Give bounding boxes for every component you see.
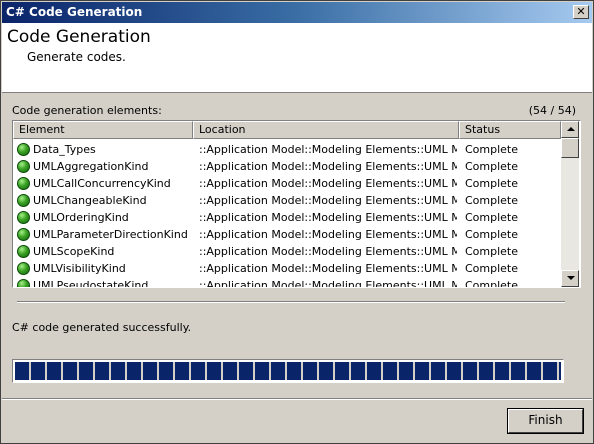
- scroll-thumb[interactable]: [561, 138, 579, 158]
- element-name: UMLChangeableKind: [33, 194, 147, 207]
- list-item[interactable]: Data_Types::Application Model::Modeling …: [13, 141, 561, 158]
- element-status: Complete: [465, 143, 519, 156]
- element-location: ::Application Model::Modeling Elements::…: [199, 177, 457, 190]
- scroll-up-button[interactable]: [561, 121, 579, 138]
- element-status: Complete: [465, 211, 519, 224]
- list-item[interactable]: UMLCallConcurrencyKind::Application Mode…: [13, 175, 561, 192]
- element-name: Data_Types: [33, 143, 96, 156]
- element-status: Complete: [465, 262, 519, 275]
- element-name: UMLOrderingKind: [33, 211, 129, 224]
- list-header: Element Location Status: [13, 121, 561, 139]
- element-name: UMLPseudostateKind: [33, 279, 149, 287]
- column-header-status[interactable]: Status: [459, 121, 561, 139]
- element-location: ::Application Model::Modeling Elements::…: [199, 228, 457, 241]
- scroll-down-button[interactable]: [561, 270, 579, 287]
- element-status: Complete: [465, 177, 519, 190]
- arrow-down-icon: [567, 276, 575, 280]
- list-item[interactable]: UMLScopeKind::Application Model::Modelin…: [13, 243, 561, 260]
- elements-count: (54 / 54): [528, 104, 576, 117]
- status-ok-icon: [17, 262, 30, 275]
- element-status: Complete: [465, 160, 519, 173]
- element-status: Complete: [465, 194, 519, 207]
- element-name: UMLParameterDirectionKind: [33, 228, 188, 241]
- divider: [17, 301, 565, 303]
- title-bar[interactable]: C# Code Generation ✕: [2, 2, 592, 23]
- status-ok-icon: [17, 279, 30, 287]
- element-name: UMLScopeKind: [33, 245, 115, 258]
- element-status: Complete: [465, 245, 519, 258]
- element-name: UMLCallConcurrencyKind: [33, 177, 171, 190]
- element-location: ::Application Model::Modeling Elements::…: [199, 160, 457, 173]
- wizard-header: Code Generation Generate codes.: [2, 23, 592, 93]
- list-item[interactable]: UMLVisibilityKind::Application Model::Mo…: [13, 260, 561, 277]
- progress-fill: [15, 362, 561, 380]
- element-status: Complete: [465, 279, 519, 287]
- progress-bar: [12, 359, 564, 383]
- column-header-element[interactable]: Element: [13, 121, 193, 139]
- list-item[interactable]: UMLChangeableKind::Application Model::Mo…: [13, 192, 561, 209]
- code-generation-dialog: C# Code Generation ✕ Code Generation Gen…: [0, 0, 594, 444]
- status-ok-icon: [17, 143, 30, 156]
- list-item[interactable]: UMLOrderingKind::Application Model::Mode…: [13, 209, 561, 226]
- status-ok-icon: [17, 228, 30, 241]
- footer-divider: [2, 398, 592, 400]
- list-item[interactable]: UMLPseudostateKind::Application Model::M…: [13, 277, 561, 287]
- elements-list[interactable]: Element Location Status Data_Types::Appl…: [12, 120, 581, 288]
- finish-button[interactable]: Finish: [507, 408, 584, 434]
- element-location: ::Application Model::Modeling Elements::…: [199, 262, 457, 275]
- elements-label: Code generation elements:: [12, 104, 162, 117]
- element-name: UMLAggregationKind: [33, 160, 149, 173]
- element-location: ::Application Model::Modeling Elements::…: [199, 279, 457, 287]
- element-location: ::Application Model::Modeling Elements::…: [199, 143, 457, 156]
- column-header-location[interactable]: Location: [193, 121, 459, 139]
- element-location: ::Application Model::Modeling Elements::…: [199, 211, 457, 224]
- element-status: Complete: [465, 228, 519, 241]
- status-ok-icon: [17, 245, 30, 258]
- element-name: UMLVisibilityKind: [33, 262, 126, 275]
- element-location: ::Application Model::Modeling Elements::…: [199, 245, 457, 258]
- status-ok-icon: [17, 211, 30, 224]
- close-button[interactable]: ✕: [573, 5, 589, 19]
- window-title: C# Code Generation: [6, 5, 143, 19]
- close-icon: ✕: [576, 5, 586, 18]
- status-ok-icon: [17, 194, 30, 207]
- status-ok-icon: [17, 177, 30, 190]
- list-item[interactable]: UMLAggregationKind::Application Model::M…: [13, 158, 561, 175]
- list-rows: Data_Types::Application Model::Modeling …: [13, 141, 561, 287]
- page-subtitle: Generate codes.: [27, 50, 126, 64]
- vertical-scrollbar[interactable]: [561, 121, 579, 287]
- status-ok-icon: [17, 160, 30, 173]
- arrow-up-icon: [567, 127, 575, 131]
- element-location: ::Application Model::Modeling Elements::…: [199, 194, 457, 207]
- status-message: C# code generated successfully.: [12, 321, 192, 334]
- list-item[interactable]: UMLParameterDirectionKind::Application M…: [13, 226, 561, 243]
- page-title: Code Generation: [7, 27, 151, 47]
